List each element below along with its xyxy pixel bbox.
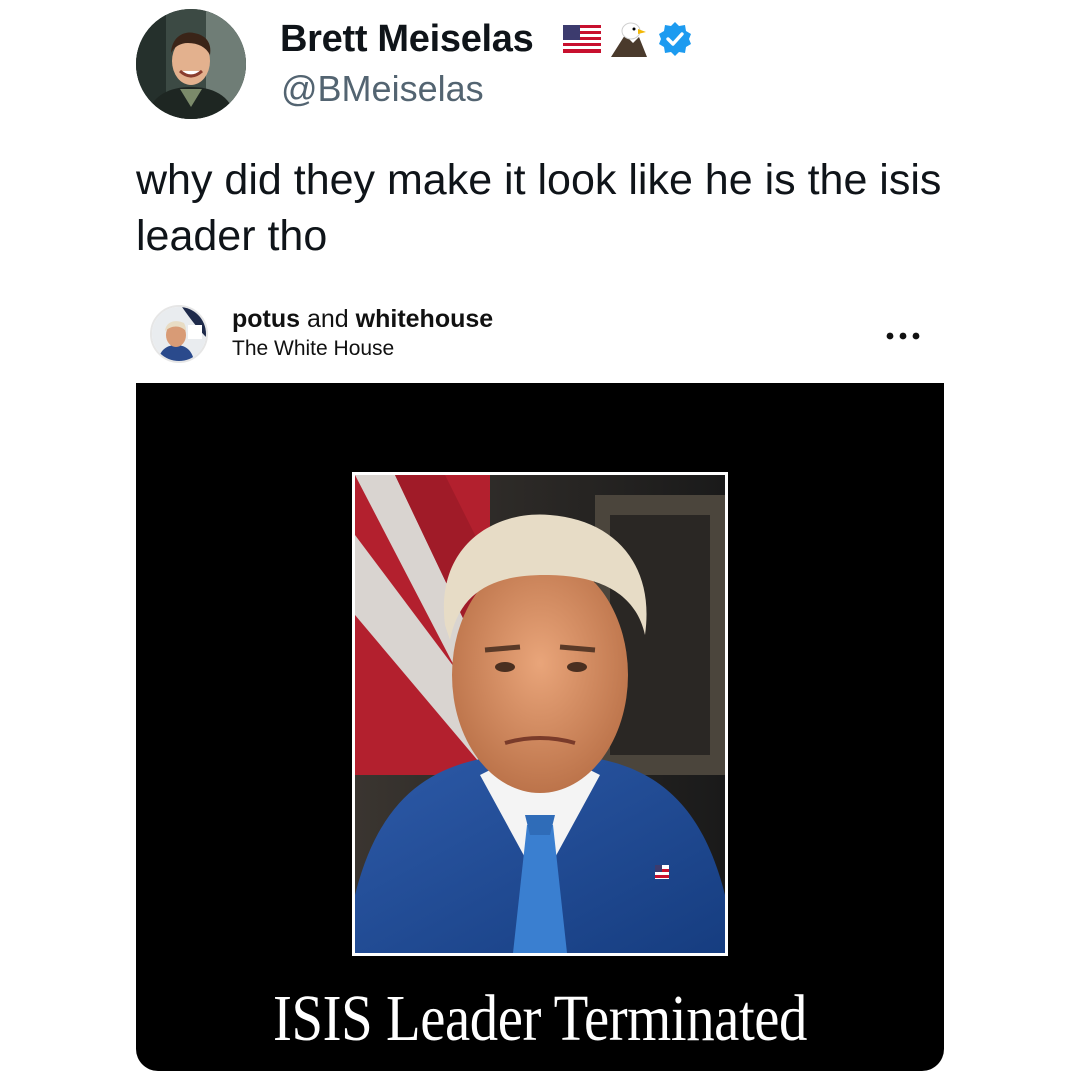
name-emoji-group [563,18,693,60]
more-horizontal-icon[interactable] [886,332,920,340]
media-caption: ISIS Leader Terminated [272,982,808,1055]
embedded-post-account-second[interactable]: whitehouse [356,305,494,333]
eagle-icon [611,22,647,57]
author-display-name[interactable]: Brett Meiselas [280,18,534,61]
portrait-photo [355,475,725,953]
author-handle[interactable]: @BMeiselas [281,68,484,110]
embedded-post-account-names[interactable]: potus and whitehouse [232,305,493,334]
embedded-media[interactable]: ISIS Leader Terminated [136,383,944,1071]
verified-badge-icon [659,22,691,56]
profile-photo-icon [152,307,206,361]
author-avatar[interactable] [136,9,246,119]
tweet-text: why did they make it look like he is the… [136,156,942,260]
us-flag-icon [563,25,601,53]
profile-photo [136,9,246,119]
embedded-post-account-joiner: and [300,305,356,333]
portrait-image [352,472,728,956]
embedded-post-avatar[interactable] [150,305,208,363]
embedded-post-account-first[interactable]: potus [232,305,300,333]
embedded-post-subtitle: The White House [232,337,395,360]
